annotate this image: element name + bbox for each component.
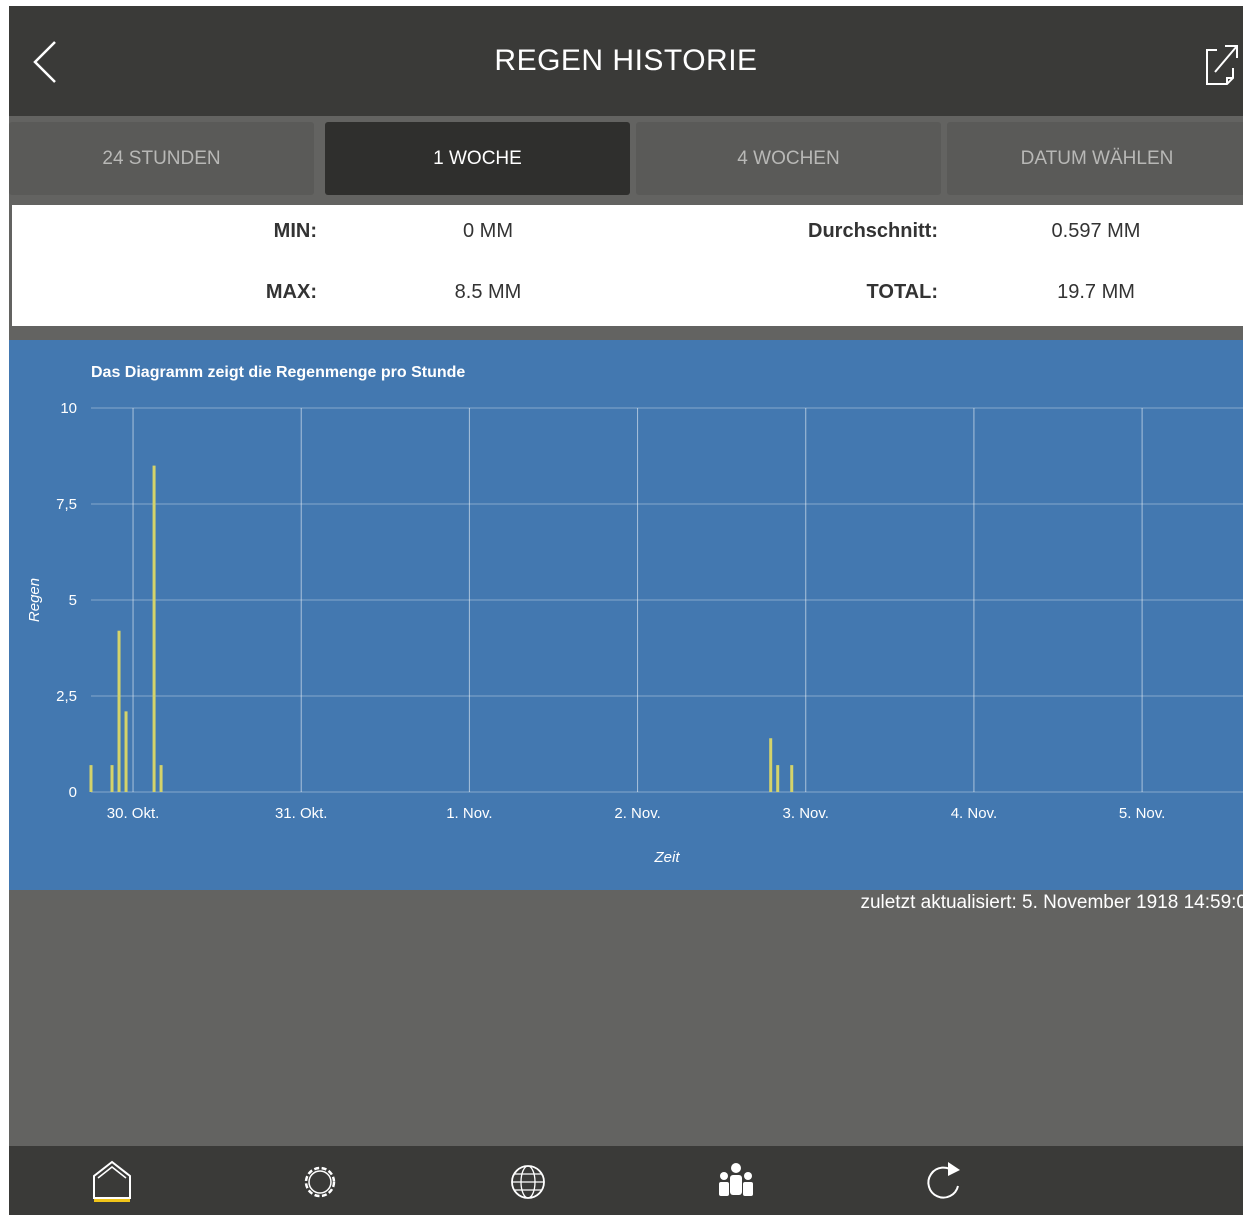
stats-panel: MIN: 0 MM Durchschnitt: 0.597 MM MAX: 8.…	[12, 205, 1243, 326]
nav-settings[interactable]	[298, 1158, 342, 1204]
tab-24-stunden[interactable]: 24 STUNDEN	[9, 122, 314, 195]
rain-chart-panel: Das Diagramm zeigt die Regenmenge pro St…	[9, 340, 1243, 890]
rain-bar[interactable]	[769, 738, 773, 792]
gear-icon	[304, 1166, 336, 1198]
rain-bar[interactable]	[152, 465, 156, 792]
rain-bar[interactable]	[117, 630, 121, 792]
total-value: 19.7 MM	[1057, 281, 1135, 303]
y-tick-label: 2,5	[56, 688, 77, 705]
y-tick-label: 5	[69, 592, 77, 609]
last-updated-text: zuletzt aktualisiert: 5. November 1918 1…	[860, 892, 1243, 913]
x-tick-label: 5. Nov.	[1119, 805, 1165, 822]
page-title: REGEN HISTORIE	[494, 44, 758, 77]
home-icon	[93, 1160, 131, 1199]
rain-bar[interactable]	[790, 765, 794, 792]
nav-home[interactable]	[90, 1158, 134, 1204]
nav-globe[interactable]	[506, 1158, 550, 1204]
refresh-icon	[927, 1162, 960, 1199]
y-tick-label: 0	[69, 784, 77, 801]
app-frame: REGEN HISTORIE 24 STUNDEN 1 WOCHE 4 WOCH…	[9, 6, 1243, 1215]
y-tick-label: 7,5	[56, 496, 77, 513]
people-icon	[719, 1163, 753, 1196]
x-tick-label: 2. Nov.	[614, 805, 660, 822]
x-tick-label: 3. Nov.	[783, 805, 829, 822]
bottom-nav	[9, 1146, 1243, 1215]
total-label: TOTAL:	[866, 281, 938, 303]
header-bar: REGEN HISTORIE	[9, 6, 1243, 116]
y-axis-title: Regen	[26, 578, 43, 622]
x-axis-title: Zeit	[653, 849, 680, 866]
max-label: MAX:	[265, 281, 317, 303]
rain-bar[interactable]	[110, 765, 114, 792]
x-tick-label: 4. Nov.	[951, 805, 997, 822]
max-value: 8.5 MM	[454, 281, 522, 303]
y-tick-label: 10	[60, 400, 77, 417]
min-value: 0 MM	[463, 220, 513, 242]
tab-1-woche[interactable]: 1 WOCHE	[325, 122, 630, 195]
rain-chart: Das Diagramm zeigt die Regenmenge pro St…	[26, 364, 1243, 866]
tab-datum-waehlen[interactable]: DATUM WÄHLEN	[947, 122, 1243, 195]
tab-4-wochen[interactable]: 4 WOCHEN	[636, 122, 941, 195]
avg-value: 0.597 MM	[1051, 220, 1141, 242]
chart-title: Das Diagramm zeigt die Regenmenge pro St…	[91, 364, 465, 381]
rain-bar[interactable]	[89, 765, 93, 792]
min-label: MIN:	[273, 220, 317, 242]
period-tabs: 24 STUNDEN 1 WOCHE 4 WOCHEN DATUM WÄHLEN	[9, 122, 1243, 195]
nav-refresh[interactable]	[922, 1158, 966, 1204]
x-tick-label: 31. Okt.	[275, 805, 328, 822]
export-button[interactable]	[1201, 42, 1241, 90]
nav-people[interactable]	[714, 1158, 758, 1204]
rain-bar[interactable]	[124, 711, 128, 792]
globe-icon	[511, 1165, 545, 1199]
nav-active-indicator	[94, 1199, 130, 1202]
x-tick-label: 1. Nov.	[446, 805, 492, 822]
rain-bar[interactable]	[159, 765, 163, 792]
x-tick-label: 30. Okt.	[107, 805, 160, 822]
avg-label: Durchschnitt:	[808, 220, 938, 242]
rain-bar[interactable]	[776, 765, 780, 792]
external-link-icon	[1206, 45, 1238, 85]
